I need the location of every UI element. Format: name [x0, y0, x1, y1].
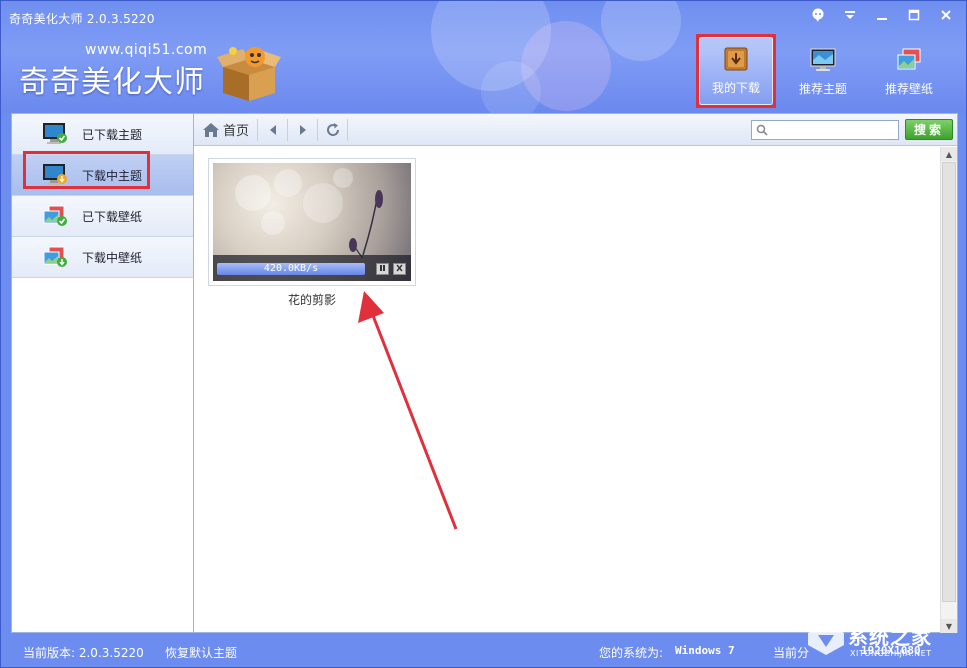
- wallpaper-icon: [895, 46, 923, 74]
- search-button[interactable]: 搜索: [905, 119, 953, 140]
- bokeh-decoration: [481, 61, 541, 113]
- search-box: [751, 120, 899, 140]
- system-value: Windows 7: [675, 644, 735, 657]
- maximize-icon[interactable]: [900, 5, 928, 25]
- wallpaper-download-icon: [42, 245, 68, 269]
- sidebar-item-label: 已下载主题: [82, 127, 143, 142]
- sidebar-item-downloaded-wallpapers[interactable]: 已下载壁纸: [12, 196, 193, 237]
- refresh-icon: [326, 122, 339, 136]
- watermark-sub-text: XITONGZHIJIA.NET: [850, 649, 932, 658]
- main-panel: 首页 搜索 420.0KB/s 花的剪影 ▲ ▼: [194, 113, 958, 633]
- logo-text: 奇奇美化大师: [19, 65, 205, 100]
- sidebar-item-downloading-themes[interactable]: 下载中主题: [12, 155, 193, 196]
- sidebar: 已下载主题 下载中主题 已下载壁纸 下载中壁纸: [11, 113, 194, 633]
- download-card[interactable]: 420.0KB/s: [208, 158, 416, 286]
- logo-box-icon: [217, 45, 281, 101]
- download-box-icon: [722, 45, 750, 73]
- version-label: 当前版本: 2.0.3.5220: [23, 646, 144, 660]
- header: 奇奇美化大师 2.0.3.5220 www.qiqi51.com 奇奇美化大师: [1, 1, 966, 113]
- monitor-download-icon: [42, 163, 68, 187]
- sidebar-item-downloaded-themes[interactable]: 已下载主题: [12, 114, 193, 155]
- pause-button[interactable]: [376, 263, 389, 275]
- nav-label: 推荐主题: [798, 82, 847, 96]
- sidebar-item-downloading-wallpapers[interactable]: 下载中壁纸: [12, 237, 193, 278]
- watermark-logo-icon: [808, 623, 844, 655]
- forward-button[interactable]: [288, 118, 319, 141]
- home-label: 首页: [223, 124, 250, 139]
- pause-icon: [380, 265, 385, 271]
- sidebar-item-label: 已下载壁纸: [82, 209, 143, 224]
- home-icon: [203, 122, 219, 137]
- window-controls: [804, 5, 960, 25]
- arrow-left-icon: [269, 124, 276, 135]
- download-grid: 420.0KB/s 花的剪影: [194, 147, 940, 633]
- search-input[interactable]: [772, 122, 892, 138]
- nav-label: 推荐壁纸: [884, 82, 933, 96]
- sidebar-item-label: 下载中壁纸: [82, 250, 143, 265]
- nav-my-downloads-button[interactable]: 我的下载: [699, 37, 773, 105]
- home-button[interactable]: 首页: [202, 118, 259, 141]
- search-icon: [756, 124, 768, 136]
- monitor-icon: [809, 46, 837, 74]
- sidebar-item-label: 下载中主题: [82, 168, 143, 183]
- progress-bar: 420.0KB/s: [217, 263, 365, 275]
- app-window: 奇奇美化大师 2.0.3.5220 www.qiqi51.com 奇奇美化大师: [0, 0, 967, 668]
- scroll-up-icon[interactable]: ▲: [941, 147, 957, 161]
- download-speed: 420.0KB/s: [263, 263, 319, 274]
- wallpaper-check-icon: [42, 204, 68, 228]
- watermark: 系统之家 XITONGZHIJIA.NET: [806, 619, 958, 663]
- nav-label: 我的下载: [711, 81, 760, 95]
- resolution-label: 当前分: [773, 646, 810, 660]
- vertical-scrollbar[interactable]: ▲ ▼: [940, 147, 957, 633]
- feedback-icon[interactable]: [804, 5, 832, 25]
- minimize-icon[interactable]: [868, 5, 896, 25]
- nav-recommended-wallpapers-button[interactable]: 推荐壁纸: [872, 37, 946, 105]
- system-label: 您的系统为:: [599, 646, 664, 660]
- toolbar: 首页 搜索: [194, 114, 957, 146]
- annotation-arrow: [358, 291, 458, 530]
- bokeh-decoration: [601, 1, 681, 61]
- window-title: 奇奇美化大师 2.0.3.5220: [9, 12, 155, 26]
- monitor-check-icon: [42, 122, 68, 146]
- menu-icon[interactable]: [836, 5, 864, 25]
- close-icon[interactable]: [932, 5, 960, 25]
- nav-recommended-themes-button[interactable]: 推荐主题: [786, 37, 860, 105]
- logo-url: www.qiqi51.com: [85, 42, 208, 58]
- scrollbar-thumb[interactable]: [942, 162, 956, 602]
- close-icon: [396, 264, 403, 272]
- restore-default-theme-link[interactable]: 恢复默认主题: [165, 644, 237, 661]
- cancel-download-button[interactable]: [393, 263, 406, 275]
- watermark-main-text: 系统之家: [848, 625, 932, 649]
- refresh-button[interactable]: [318, 118, 349, 141]
- arrow-right-icon: [299, 124, 306, 135]
- back-button[interactable]: [258, 118, 289, 141]
- theme-thumbnail: 420.0KB/s: [213, 163, 411, 281]
